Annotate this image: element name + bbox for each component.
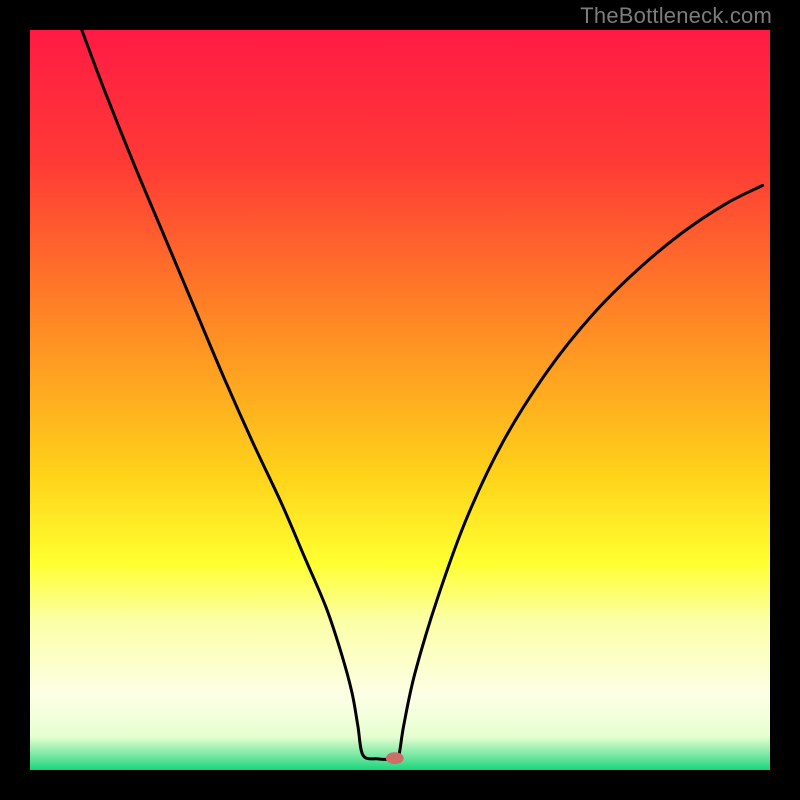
chart-frame: TheBottleneck.com xyxy=(0,0,800,800)
watermark-text: TheBottleneck.com xyxy=(580,3,772,29)
chart-svg xyxy=(30,30,770,770)
gradient-background xyxy=(30,30,770,770)
optimum-marker xyxy=(386,752,404,764)
plot-area xyxy=(30,30,770,770)
